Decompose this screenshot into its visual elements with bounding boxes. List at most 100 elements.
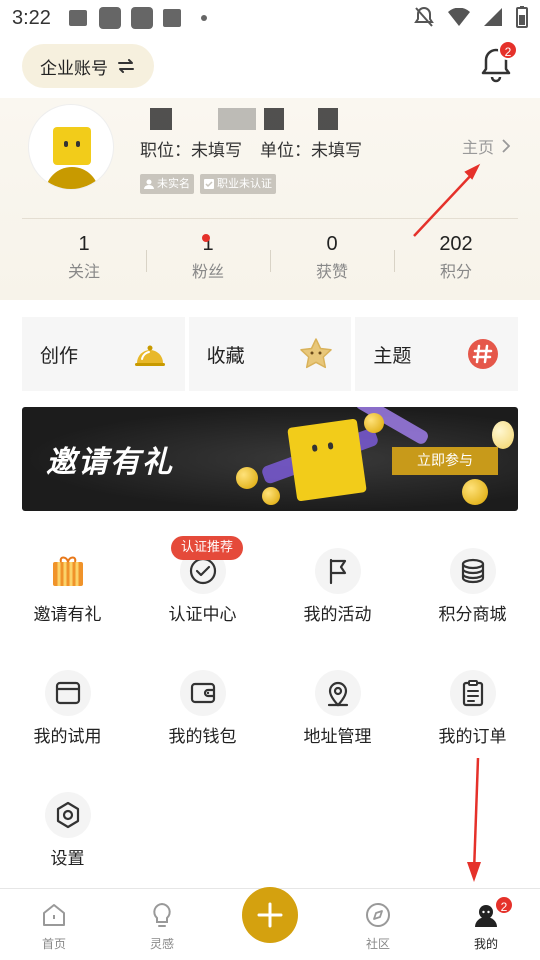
menu-points-mall-label: 积分商城	[438, 605, 507, 625]
settings-hexagon-icon	[44, 792, 91, 838]
checkbox-icon	[204, 179, 214, 189]
stat-followers-value: 1	[202, 233, 214, 255]
homepage-label: 主页	[461, 138, 494, 157]
gift-icon	[44, 548, 91, 594]
banner-coin	[236, 467, 258, 489]
real-name-tag-label: 未实名	[157, 177, 190, 190]
location-pin-icon	[314, 670, 361, 716]
annotation-arrow-mine	[472, 757, 480, 873]
nav-home-label: 首页	[41, 937, 66, 951]
mine-notification-badge: 2	[494, 895, 514, 915]
profile-card: 职位：未填写 单位：未填写 主页 未实名 职业未认证 1 关注 1 粉丝 0 获…	[0, 98, 540, 300]
position-unit-line: 职位：未填写 单位：未填写	[140, 136, 362, 161]
mascot-cube	[287, 418, 367, 502]
stat-following-label: 关注	[67, 262, 100, 281]
bottom-navigation: 首页 灵感 社区 我的 2	[0, 887, 540, 960]
topic-card-label: 主题	[373, 344, 412, 367]
avatar-eye	[64, 141, 68, 147]
enterprise-account-label: 企业账号	[40, 58, 108, 79]
username-redacted	[146, 108, 338, 134]
verification-tags: 未实名 职业未认证	[140, 174, 276, 194]
menu-invite-gift[interactable]: 邀请有礼	[0, 548, 135, 626]
window-icon	[44, 670, 91, 716]
nav-mine-label: 我的	[473, 937, 498, 951]
nav-community-label: 社区	[365, 937, 390, 951]
menu-my-trials-label: 我的试用	[33, 727, 102, 747]
compass-icon	[366, 903, 390, 927]
person-icon	[144, 179, 154, 189]
banner-coin	[492, 421, 514, 449]
topic-card[interactable]: 主题	[355, 317, 519, 391]
app-screen: 3:22 企业账号 2 职位：未填写 单位：未填写 主页 未实名 职业未认证 1…	[0, 0, 540, 960]
menu-my-activities[interactable]: 我的活动	[270, 548, 405, 626]
menu-invite-gift-label: 邀请有礼	[33, 605, 102, 625]
join-now-button[interactable]: 立即参与	[392, 447, 498, 475]
position-label: 职位：	[140, 141, 191, 161]
menu-address-management[interactable]: 地址管理	[270, 670, 405, 748]
stat-points-label: 积分	[439, 262, 472, 281]
clipboard-icon	[449, 670, 496, 716]
hashtag-icon	[468, 339, 499, 369]
cloche-icon	[134, 345, 165, 366]
menu-my-wallet-label: 我的钱包	[168, 727, 237, 747]
unit-field: 单位：未填写	[260, 136, 362, 161]
menu-address-management-label: 地址管理	[303, 727, 372, 747]
notification-count-badge: 2	[498, 40, 518, 60]
position-value: 未填写	[191, 141, 242, 161]
invite-banner[interactable]: 邀请有礼 立即参与	[22, 407, 518, 511]
add-post-button[interactable]	[242, 887, 298, 943]
profile-divider	[22, 218, 518, 219]
redacted-block	[264, 108, 284, 130]
stat-points-value: 202	[439, 233, 473, 255]
avatar[interactable]	[28, 104, 114, 190]
home-icon	[43, 904, 65, 926]
lightbulb-icon	[153, 902, 171, 927]
wifi-icon	[448, 8, 470, 26]
nav-home[interactable]: 首页	[0, 889, 108, 960]
banner-coin	[462, 479, 488, 505]
favorites-card-label: 收藏	[206, 344, 245, 367]
nav-inspiration-label: 灵感	[149, 937, 174, 951]
new-follower-dot	[202, 234, 210, 242]
menu-settings[interactable]: 设置	[0, 792, 135, 870]
create-card[interactable]: 创作	[22, 317, 185, 391]
stat-followers[interactable]: 1 粉丝	[146, 228, 270, 290]
menu-my-trials[interactable]: 我的试用	[0, 670, 135, 748]
quick-action-cards: 创作 收藏 主题	[22, 317, 519, 391]
menu-my-orders-label: 我的订单	[438, 727, 507, 747]
status-bar: 3:22	[0, 0, 540, 36]
profession-tag[interactable]: 职业未认证	[200, 174, 276, 194]
favorites-card[interactable]: 收藏	[188, 317, 352, 391]
stat-likes-value: 0	[326, 233, 338, 255]
notification-bell-button[interactable]: 2	[478, 40, 518, 84]
avatar-face	[53, 127, 91, 165]
wallet-icon	[179, 670, 226, 716]
homepage-link[interactable]: 主页	[462, 134, 510, 158]
nav-inspiration[interactable]: 灵感	[108, 889, 216, 960]
gallery-notification-icon	[68, 10, 87, 26]
menu-my-orders[interactable]: 我的订单	[405, 670, 540, 748]
certification-recommend-badge: 认证推荐	[171, 536, 244, 560]
banner-coin	[262, 487, 280, 505]
switch-icon	[118, 59, 134, 73]
status-icons	[414, 6, 528, 28]
nav-community[interactable]: 社区	[324, 889, 432, 960]
menu-certification-center-label: 认证中心	[168, 605, 237, 625]
nav-mine[interactable]: 我的 2	[432, 889, 540, 960]
menu-points-mall[interactable]: 积分商城	[405, 548, 540, 626]
app-notification-icon	[162, 9, 181, 27]
stat-followers-label: 粉丝	[191, 262, 224, 281]
signal-icon	[484, 8, 502, 26]
real-name-tag[interactable]: 未实名	[140, 174, 194, 194]
mute-icon	[414, 6, 434, 27]
stat-likes[interactable]: 0 获赞	[270, 228, 394, 290]
enterprise-account-button[interactable]: 企业账号	[22, 44, 154, 88]
stat-points[interactable]: 202 积分	[394, 228, 518, 290]
unit-label: 单位：	[260, 141, 311, 161]
menu-certification-center[interactable]: 认证中心 认证推荐	[135, 536, 270, 626]
stat-following[interactable]: 1 关注	[22, 228, 146, 290]
create-card-label: 创作	[40, 344, 79, 367]
menu-my-wallet[interactable]: 我的钱包	[135, 670, 270, 748]
app-notification-icon	[98, 7, 121, 29]
banner-coin	[364, 413, 384, 433]
